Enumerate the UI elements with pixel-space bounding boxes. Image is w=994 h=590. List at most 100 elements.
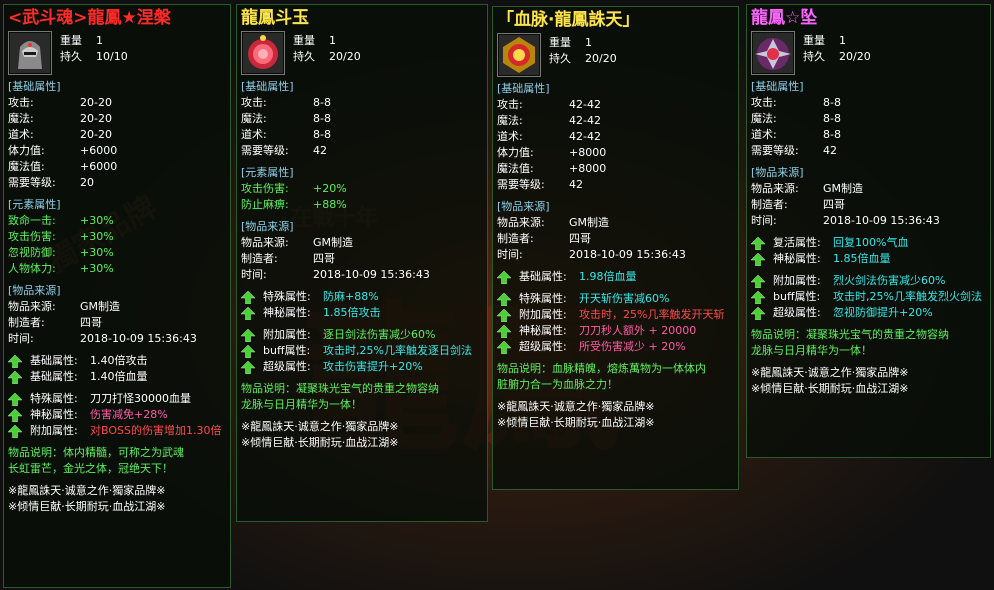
attribute-label: 复活属性: bbox=[773, 236, 821, 249]
attribute-row: 附加属性: 对BOSS的伤害增加1.30倍 bbox=[7, 423, 226, 439]
attribute-row: 复活属性: 回复100%气血 bbox=[750, 235, 986, 251]
section-header-element: [元素属性] bbox=[241, 166, 294, 179]
attribute-value: 烈火剑法伤害减少60% bbox=[833, 274, 946, 287]
durability-value: 20/20 bbox=[585, 52, 617, 65]
stat-label: 道术: bbox=[497, 130, 523, 143]
stat-row: 道术: 42-42 bbox=[497, 129, 734, 145]
element-label: 防止麻痹: bbox=[241, 198, 289, 211]
stat-row: 道术: 20-20 bbox=[8, 127, 226, 143]
element-value: +20% bbox=[313, 182, 347, 195]
attribute-row: 神秘属性: 伤害减免+28% bbox=[7, 407, 226, 423]
green-arrow-icon bbox=[7, 424, 23, 438]
attribute-value: 对BOSS的伤害增加1.30倍 bbox=[90, 424, 222, 437]
green-arrow-icon bbox=[750, 236, 766, 250]
green-arrow-icon bbox=[7, 370, 23, 384]
desc-label: 物品说明： bbox=[497, 362, 552, 375]
stat-row: 攻击: 8-8 bbox=[241, 95, 483, 111]
source-value: GM制造 bbox=[569, 216, 610, 229]
item-title: 龍鳳☆坠 bbox=[751, 8, 818, 28]
attribute-value: 逐日剑法伤害减少60% bbox=[323, 328, 436, 341]
attribute-label: 基础属性: bbox=[30, 370, 78, 383]
source-label: 物品来源: bbox=[497, 216, 545, 229]
attribute-value: 1.40倍攻击 bbox=[90, 354, 148, 367]
attribute-row: buff属性: 攻击时,25%几率触发烈火剑法 bbox=[750, 289, 986, 305]
ornate-pendant-icon bbox=[751, 31, 795, 75]
attribute-value: 1.85倍攻击 bbox=[323, 306, 381, 319]
section-header-base: [基础属性] bbox=[241, 80, 294, 93]
footer-line: ※倾情巨献·长期耐玩·血战江湖※ bbox=[8, 500, 166, 513]
stat-row: 道术: 8-8 bbox=[751, 127, 986, 143]
source-row: 制造者: 四哥 bbox=[8, 315, 226, 331]
stat-row: 魔法值: +8000 bbox=[497, 161, 734, 177]
source-value: 四哥 bbox=[313, 252, 335, 265]
attribute-row: buff属性: 攻击时,25%几率触发逐日剑法 bbox=[240, 343, 483, 359]
stat-value: +6000 bbox=[80, 144, 118, 157]
stat-row: 需要等级: 42 bbox=[241, 143, 483, 159]
source-label: 物品来源: bbox=[751, 182, 799, 195]
stat-label: 道术: bbox=[8, 128, 34, 141]
source-label: 制造者: bbox=[497, 232, 534, 245]
attribute-value: 攻击时,25%几率触发逐日剑法 bbox=[323, 344, 472, 357]
attribute-row: 附加属性: 攻击时，25%几率触发开天斩 bbox=[496, 307, 734, 323]
attribute-row: 超级属性: 攻击伤害提升+20% bbox=[240, 359, 483, 375]
green-arrow-icon bbox=[240, 306, 256, 320]
source-row: 制造者: 四哥 bbox=[241, 251, 483, 267]
source-row: 物品来源: GM制造 bbox=[8, 299, 226, 315]
stat-row: 需要等级: 42 bbox=[497, 177, 734, 193]
attribute-row: 神秘属性: 刀刀秒人额外 + 20000 bbox=[496, 323, 734, 339]
stat-value: 20-20 bbox=[80, 112, 112, 125]
footer-line: ※龍鳳誅天·诚意之作·獨家品牌※ bbox=[241, 420, 399, 433]
attribute-value: 攻击时,25%几率触发烈火剑法 bbox=[833, 290, 982, 303]
source-label: 时间: bbox=[241, 268, 267, 281]
desc-label: 物品说明： bbox=[8, 446, 63, 459]
durability-label: 持久 bbox=[293, 50, 315, 63]
element-value: +30% bbox=[80, 246, 114, 259]
section-header-base: [基础属性] bbox=[751, 80, 804, 93]
stat-label: 攻击: bbox=[751, 96, 777, 109]
attribute-row: 附加属性: 烈火剑法伤害减少60% bbox=[750, 273, 986, 289]
stat-label: 攻击: bbox=[8, 96, 34, 109]
stat-row: 体力值: +8000 bbox=[497, 145, 734, 161]
attribute-label: 基础属性: bbox=[30, 354, 78, 367]
section-header-source: [物品来源] bbox=[241, 220, 294, 233]
element-row: 攻击伤害: +20% bbox=[241, 181, 483, 197]
stat-value: +6000 bbox=[80, 160, 118, 173]
element-value: +30% bbox=[80, 214, 114, 227]
source-label: 时间: bbox=[497, 248, 523, 261]
element-value: +88% bbox=[313, 198, 347, 211]
source-label: 制造者: bbox=[241, 252, 278, 265]
element-label: 人物体力: bbox=[8, 262, 56, 275]
green-arrow-icon bbox=[240, 344, 256, 358]
weight-label: 重量 bbox=[293, 34, 315, 47]
item-title: 龍鳳斗玉 bbox=[241, 8, 309, 28]
element-label: 忽视防御: bbox=[8, 246, 56, 259]
item-description: 物品说明：血脉精魄，熔炼萬物为一体体内脏腑力合一为血脉之力！ bbox=[497, 361, 707, 393]
durability-label: 持久 bbox=[803, 50, 825, 63]
stat-label: 魔法: bbox=[497, 114, 523, 127]
stat-value: 8-8 bbox=[313, 128, 331, 141]
attribute-row: 特殊属性: 防麻+88% bbox=[240, 289, 483, 305]
weight-value: 1 bbox=[329, 34, 336, 47]
source-value: 四哥 bbox=[80, 316, 102, 329]
attribute-row: 特殊属性: 开天斩伤害减60% bbox=[496, 291, 734, 307]
element-value: +30% bbox=[80, 230, 114, 243]
attribute-row: 附加属性: 逐日剑法伤害减少60% bbox=[240, 327, 483, 343]
green-arrow-icon bbox=[750, 306, 766, 320]
source-label: 制造者: bbox=[751, 198, 788, 211]
stat-value: +8000 bbox=[569, 162, 607, 175]
attribute-label: 附加属性: bbox=[263, 328, 311, 341]
element-value: +30% bbox=[80, 262, 114, 275]
weight-value: 1 bbox=[96, 34, 103, 47]
stat-row: 攻击: 42-42 bbox=[497, 97, 734, 113]
attribute-label: 基础属性: bbox=[519, 270, 567, 283]
green-arrow-icon bbox=[750, 252, 766, 266]
attribute-value: 伤害减免+28% bbox=[90, 408, 168, 421]
source-value: GM制造 bbox=[313, 236, 354, 249]
attribute-label: 神秘属性: bbox=[519, 324, 567, 337]
stat-value: 8-8 bbox=[823, 128, 841, 141]
source-row: 时间: 2018-10-09 15:36:43 bbox=[497, 247, 734, 263]
green-arrow-icon bbox=[496, 324, 512, 338]
stat-row: 魔法: 8-8 bbox=[751, 111, 986, 127]
item-description: 物品说明：体内精髓，可称之为武魂长虹雷芒，金光之体，冠绝天下！ bbox=[8, 445, 184, 477]
attribute-value: 防麻+88% bbox=[323, 290, 379, 303]
